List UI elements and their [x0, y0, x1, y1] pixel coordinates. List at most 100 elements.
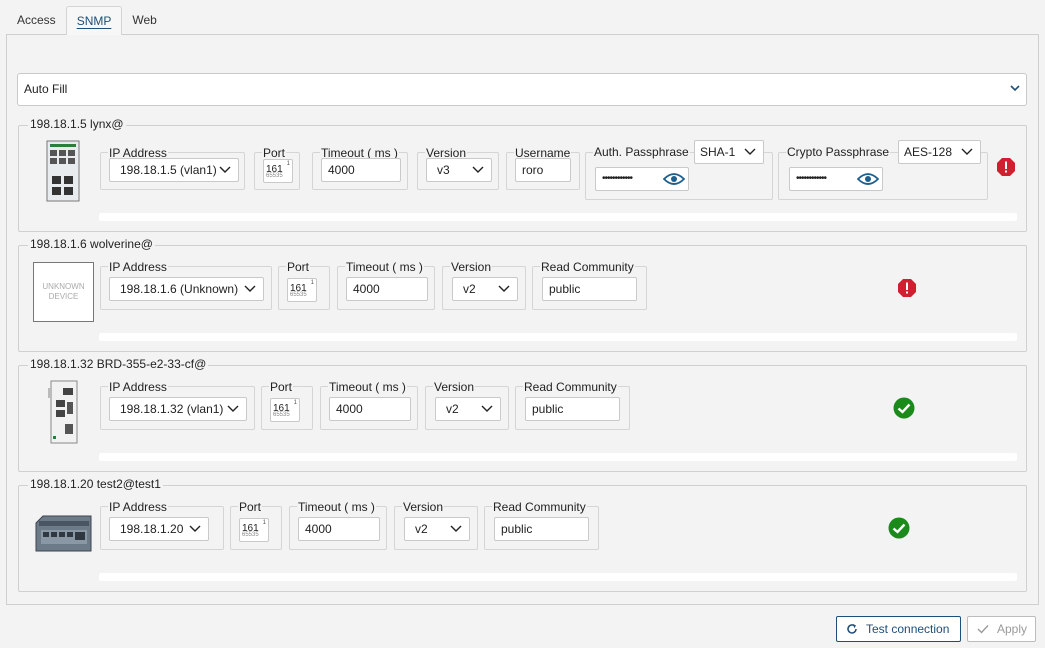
timeout-field-group: Timeout ( ms ) 4000	[337, 260, 435, 310]
port-max: 65535	[290, 292, 307, 298]
version-field-group: Version v2	[425, 380, 509, 430]
username-value: roro	[522, 163, 544, 177]
version-field-group: Version v3	[417, 146, 499, 190]
chevron-down-icon	[744, 148, 756, 155]
port-input[interactable]: 161 1 65535	[239, 518, 269, 542]
ip-label: IP Address	[108, 500, 168, 514]
port-max: 65535	[273, 412, 290, 418]
autofill-select[interactable]: Auto Fill	[17, 73, 1027, 106]
timeout-field-group: Timeout ( ms ) 4000	[289, 500, 387, 550]
username-input[interactable]: roro	[515, 158, 571, 182]
version-field-group: Version v2	[442, 260, 526, 310]
version-select[interactable]: v3	[426, 158, 492, 182]
ip-label: IP Address	[108, 380, 168, 394]
check-circle-icon	[893, 397, 915, 419]
ip-value: 198.18.1.6 (Unknown)	[120, 282, 239, 296]
timeout-input[interactable]: 4000	[329, 397, 411, 421]
ip-value: 198.18.1.32 (vlan1)	[120, 402, 224, 416]
device-card: 198.18.1.6 wolverine@ UNKNOWN DEVICE IP …	[18, 237, 1027, 352]
auth-label: Auth. Passphrase	[593, 145, 690, 159]
port-input[interactable]: 161 1 65535	[270, 398, 300, 422]
port-field-group: Port 161 1 65535	[230, 500, 282, 550]
port-min: 1	[262, 520, 266, 526]
read-community-input[interactable]: public	[542, 277, 637, 301]
ip-select[interactable]: 198.18.1.32 (vlan1)	[109, 397, 247, 421]
crypto-field-group: Crypto Passphrase AES-128 ••••••••••••	[778, 140, 988, 200]
ip-field-group: IP Address 198.18.1.32 (vlan1)	[100, 380, 255, 430]
port-min: 1	[310, 280, 314, 286]
chevron-down-icon	[244, 285, 256, 292]
unknown-device-image: UNKNOWN DEVICE	[33, 262, 94, 322]
ip-select[interactable]: 198.18.1.6 (Unknown)	[109, 277, 264, 301]
tab-web[interactable]: Web	[122, 6, 166, 35]
check-icon	[977, 625, 989, 634]
port-label: Port	[238, 500, 263, 514]
ip-field-group: IP Address 198.18.1.20	[100, 500, 224, 550]
ip-select[interactable]: 198.18.1.5 (vlan1)	[109, 158, 239, 182]
test-connection-button[interactable]: Test connection	[836, 616, 961, 642]
refresh-icon	[847, 624, 857, 634]
chevron-down-icon	[498, 285, 510, 292]
autofill-label: Auto Fill	[24, 82, 68, 96]
chevron-down-icon	[481, 405, 493, 412]
version-label: Version	[433, 380, 476, 394]
device-card: 198.18.1.5 lynx@ IP Address 198.18.1.5 (…	[18, 117, 1027, 232]
chevron-down-icon	[961, 148, 973, 155]
ip-value: 198.18.1.5 (vlan1)	[120, 163, 217, 177]
read-community-input[interactable]: public	[494, 517, 589, 541]
read-community-label: Read Community	[492, 500, 587, 514]
device-title: 198.18.1.32 BRD-355-e2-33-cf@	[28, 357, 209, 371]
port-label: Port	[269, 380, 294, 394]
timeout-value: 4000	[353, 282, 380, 296]
unknown-text-line2: DEVICE	[48, 292, 79, 301]
port-min: 1	[293, 400, 297, 406]
timeout-label: Timeout ( ms )	[328, 380, 407, 394]
version-select[interactable]: v2	[452, 277, 518, 301]
tab-bar: Access SNMP Web	[7, 6, 167, 35]
read-community-value: public	[501, 522, 533, 536]
version-select[interactable]: v2	[435, 397, 501, 421]
timeout-input[interactable]: 4000	[321, 158, 401, 182]
rugged-device-image	[33, 513, 94, 555]
timeout-input[interactable]: 4000	[346, 277, 428, 301]
chevron-down-icon	[450, 525, 462, 532]
port-field-group: Port 161 1 65535	[254, 146, 300, 190]
ip-label: IP Address	[108, 260, 168, 274]
version-label: Version	[450, 260, 493, 274]
apply-button[interactable]: Apply	[967, 616, 1036, 642]
check-circle-icon	[888, 517, 910, 539]
device-card: 198.18.1.32 BRD-355-e2-33-cf@ IP Address…	[18, 357, 1027, 472]
chevron-down-icon	[1010, 85, 1020, 92]
timeout-field-group: Timeout ( ms ) 4000	[320, 380, 418, 430]
auth-passphrase-input[interactable]: ••••••••••••	[595, 167, 689, 191]
auth-protocol-value: SHA-1	[700, 145, 736, 159]
port-input[interactable]: 161 1 65535	[263, 159, 293, 183]
chevron-down-icon	[219, 166, 231, 173]
timeout-label: Timeout ( ms )	[345, 260, 424, 274]
read-community-input[interactable]: public	[525, 397, 620, 421]
tab-snmp[interactable]: SNMP	[65, 6, 123, 35]
port-input[interactable]: 161 1 65535	[287, 278, 317, 302]
test-connection-label: Test connection	[866, 622, 950, 636]
eye-icon[interactable]	[663, 172, 685, 186]
ip-value: 198.18.1.20	[120, 522, 184, 536]
tab-access[interactable]: Access	[7, 6, 66, 35]
progress-bar	[99, 333, 1017, 341]
ip-select[interactable]: 198.18.1.20	[109, 517, 209, 541]
progress-bar	[99, 453, 1017, 461]
device-title: 198.18.1.5 lynx@	[28, 117, 126, 131]
version-select[interactable]: v2	[404, 517, 470, 541]
auth-protocol-select[interactable]: SHA-1	[694, 140, 764, 164]
read-community-field-group: Read Community public	[515, 380, 630, 430]
crypto-passphrase-input[interactable]: ••••••••••••	[789, 167, 883, 191]
timeout-input[interactable]: 4000	[298, 517, 380, 541]
port-max: 65535	[266, 173, 283, 179]
chevron-down-icon	[189, 525, 201, 532]
device-title: 198.18.1.6 wolverine@	[28, 237, 155, 251]
port-field-group: Port 161 1 65535	[278, 260, 330, 310]
din-rail-device-image	[47, 380, 80, 444]
auth-field-group: Auth. Passphrase SHA-1 ••••••••••••	[585, 140, 773, 200]
port-label: Port	[286, 260, 311, 274]
crypto-protocol-select[interactable]: AES-128	[898, 140, 981, 164]
eye-icon[interactable]	[857, 172, 879, 186]
